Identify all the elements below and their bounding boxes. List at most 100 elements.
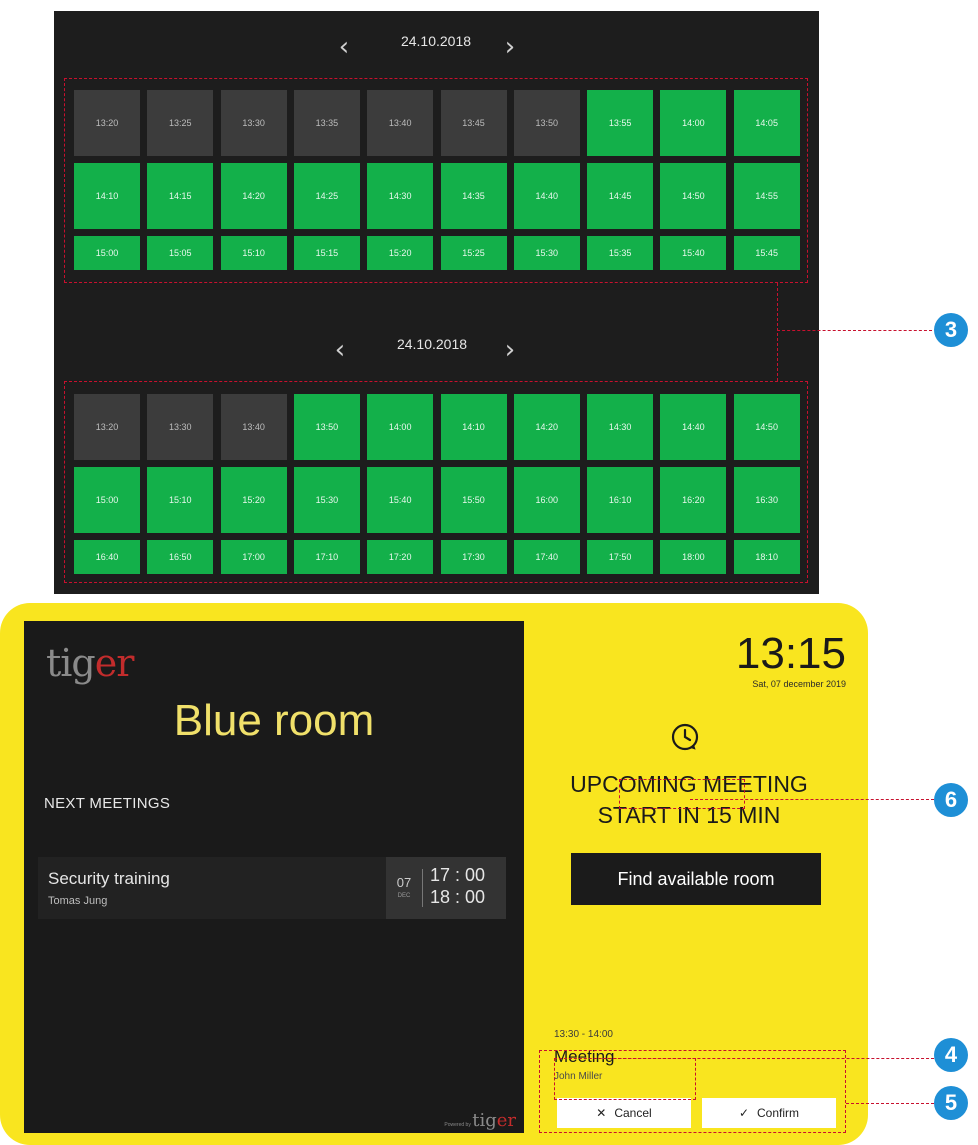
time-slot-free[interactable]: 16:20 <box>660 467 727 533</box>
date-navigator-bottom: ‹ 24.10.2018 › <box>54 336 819 366</box>
chevron-left-icon[interactable]: ‹ <box>334 33 354 63</box>
confirm-label: Confirm <box>757 1106 800 1120</box>
meeting-time-block: 07 DEC 17 : 00 18 : 00 <box>386 857 506 919</box>
clock-date: Sat, 07 december 2019 <box>752 679 846 689</box>
callout-3: 3 <box>934 313 968 347</box>
time-slot-free[interactable]: 14:45 <box>587 163 654 229</box>
next-meeting-item[interactable]: Security training Tomas Jung 07 DEC 17 :… <box>38 857 506 919</box>
time-slot-free[interactable]: 14:10 <box>74 163 140 229</box>
time-slot-free[interactable]: 17:50 <box>587 540 654 574</box>
upcoming-slot-organizer: John Miller <box>554 1071 603 1082</box>
countdown-text: START IN 15 MIN <box>597 802 781 828</box>
time-slot-free[interactable]: 15:20 <box>367 236 434 270</box>
callout-5: 5 <box>934 1086 968 1120</box>
status-panel: 13:15 Sat, 07 december 2019 UPCOMING MEE… <box>524 621 854 1133</box>
clock-icon <box>671 723 699 751</box>
close-icon: ✕ <box>596 1106 607 1120</box>
time-slot-free[interactable]: 16:10 <box>587 467 654 533</box>
time-slot-grid-bottom: 13:20 13:30 13:40 13:50 14:00 14:10 14:20 14:30… <box>74 394 800 574</box>
room-display-tablet: tiger Blue room NEXT MEETINGS Security t… <box>0 603 868 1145</box>
time-slot-free[interactable]: 15:15 <box>293 236 360 270</box>
time-slot-free[interactable]: 13:50 <box>293 394 360 460</box>
time-slot-free[interactable]: 14:20 <box>513 394 580 460</box>
time-slot-free[interactable]: 17:20 <box>367 540 434 574</box>
upcoming-slot-time: 13:30 - 14:00 <box>554 1029 613 1040</box>
time-slot-free[interactable]: 15:35 <box>587 236 654 270</box>
find-available-room-button[interactable]: Find available room <box>571 853 821 905</box>
time-slot-free[interactable]: 17:30 <box>440 540 507 574</box>
time-slot-busy: 13:30 <box>220 90 287 156</box>
time-slot-free[interactable]: 16:30 <box>733 467 800 533</box>
time-slot-free[interactable]: 14:40 <box>513 163 580 229</box>
time-slot-free[interactable]: 14:20 <box>220 163 287 229</box>
time-slot-busy: 13:45 <box>440 90 507 156</box>
time-slot-free[interactable]: 14:05 <box>733 90 800 156</box>
meeting-title: Security training <box>48 869 170 888</box>
chevron-left-icon[interactable]: ‹ <box>330 336 350 366</box>
time-slot-free[interactable]: 16:00 <box>513 467 580 533</box>
time-slot-free[interactable]: 14:00 <box>660 90 727 156</box>
time-slot-free[interactable]: 16:50 <box>147 540 214 574</box>
time-slot-grid-top: 13:20 13:25 13:30 13:35 13:40 13:45 13:50 13:55… <box>74 90 800 270</box>
time-slot-busy: 13:35 <box>293 90 360 156</box>
date-label-top: 24.10.2018 <box>400 33 472 49</box>
chevron-right-icon[interactable]: › <box>500 33 520 63</box>
time-slot-free[interactable]: 15:40 <box>660 236 727 270</box>
room-name: Blue room <box>173 696 375 745</box>
slot-picker-panel: ‹ 24.10.2018 › 13:20 13:25 13:30 13:35 13:40… <box>54 11 819 594</box>
time-slot-free[interactable]: 15:10 <box>220 236 287 270</box>
time-slot-free[interactable]: 15:50 <box>440 467 507 533</box>
cancel-label: Cancel <box>614 1106 652 1120</box>
time-slot-free[interactable]: 14:40 <box>660 394 727 460</box>
time-slot-free[interactable]: 15:10 <box>147 467 214 533</box>
upcoming-slot-title: Meeting <box>554 1047 615 1066</box>
meeting-organizer: Tomas Jung <box>48 895 108 907</box>
time-slot-busy: 13:40 <box>367 90 434 156</box>
next-meetings-heading: NEXT MEETINGS <box>44 795 171 812</box>
time-slot-busy: 13:20 <box>74 90 140 156</box>
meeting-start-time: 17 : 00 <box>430 865 486 885</box>
tiger-logo: tiger <box>46 641 134 685</box>
time-slot-free[interactable]: 15:40 <box>367 467 434 533</box>
upcoming-meeting-heading: UPCOMING MEETING <box>570 771 808 797</box>
time-slot-free[interactable]: 15:30 <box>293 467 360 533</box>
room-info-panel: tiger Blue room NEXT MEETINGS Security t… <box>24 621 524 1133</box>
time-slot-free[interactable]: 15:45 <box>733 236 800 270</box>
time-slot-free[interactable]: 17:00 <box>220 540 287 574</box>
time-slot-free[interactable]: 14:10 <box>440 394 507 460</box>
meeting-end-time: 18 : 00 <box>430 887 486 907</box>
cancel-button[interactable]: ✕ Cancel <box>557 1098 691 1128</box>
time-divider <box>422 869 423 907</box>
time-slot-free[interactable]: 14:30 <box>587 394 654 460</box>
time-slot-free[interactable]: 14:15 <box>147 163 214 229</box>
time-slot-free[interactable]: 14:50 <box>660 163 727 229</box>
chevron-right-icon[interactable]: › <box>500 336 520 366</box>
time-slot-free[interactable]: 14:00 <box>367 394 434 460</box>
time-slot-free[interactable]: 15:30 <box>513 236 580 270</box>
time-slot-free[interactable]: 15:20 <box>220 467 287 533</box>
time-slot-free[interactable]: 18:10 <box>733 540 800 574</box>
time-slot-free[interactable]: 17:10 <box>293 540 360 574</box>
tablet-screen: tiger Blue room NEXT MEETINGS Security t… <box>24 621 854 1133</box>
time-slot-free[interactable]: 15:05 <box>147 236 214 270</box>
date-label-bottom: 24.10.2018 <box>396 336 468 352</box>
callout-6: 6 <box>934 783 968 817</box>
time-slot-free[interactable]: 14:50 <box>733 394 800 460</box>
time-slot-free[interactable]: 14:25 <box>293 163 360 229</box>
time-slot-busy: 13:50 <box>513 90 580 156</box>
time-slot-free[interactable]: 17:40 <box>513 540 580 574</box>
time-slot-free[interactable]: 14:35 <box>440 163 507 229</box>
time-slot-free[interactable]: 13:55 <box>587 90 654 156</box>
time-slot-free[interactable]: 18:00 <box>660 540 727 574</box>
time-slot-free[interactable]: 15:00 <box>74 236 140 270</box>
time-slot-free[interactable]: 16:40 <box>74 540 140 574</box>
time-slot-busy: 13:30 <box>147 394 214 460</box>
confirm-button[interactable]: ✓ Confirm <box>702 1098 836 1128</box>
time-slot-free[interactable]: 15:00 <box>74 467 140 533</box>
time-slot-free[interactable]: 15:25 <box>440 236 507 270</box>
checkmark-icon: ✓ <box>738 1106 750 1120</box>
time-slot-busy: 13:40 <box>220 394 287 460</box>
time-slot-busy: 13:20 <box>74 394 140 460</box>
time-slot-free[interactable]: 14:30 <box>367 163 434 229</box>
time-slot-free[interactable]: 14:55 <box>733 163 800 229</box>
